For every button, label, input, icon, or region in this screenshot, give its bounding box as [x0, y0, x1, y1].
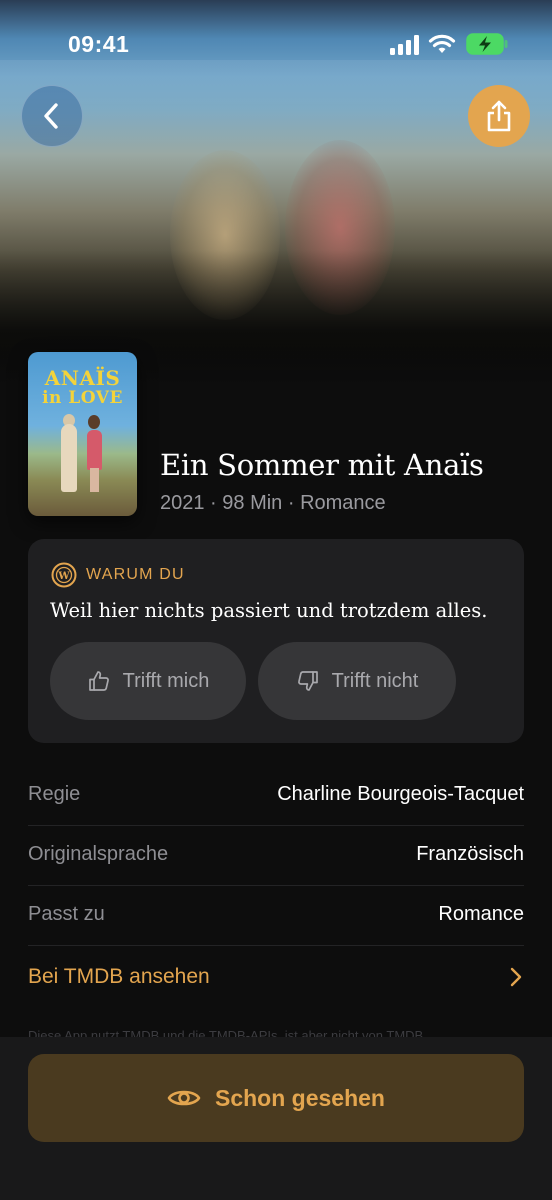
already-seen-button[interactable]: Schon gesehen [28, 1054, 524, 1142]
info-row-director: Regie Charline Bourgeois-Tacquet [28, 766, 524, 826]
eye-icon [167, 1090, 201, 1106]
status-time: 09:41 [68, 31, 130, 57]
chevron-right-icon [510, 967, 522, 987]
status-bar: 09:41 [0, 0, 552, 90]
info-value: Charline Bourgeois-Tacquet [277, 783, 524, 805]
not-fits-button[interactable]: Trifft nicht [258, 642, 456, 720]
why-label: WARUM DU [86, 566, 185, 583]
battery-charging-icon [466, 33, 508, 55]
back-button[interactable] [21, 85, 83, 147]
not-fits-label: Trifft nicht [331, 669, 419, 692]
share-button[interactable] [468, 85, 530, 147]
info-row-language: Originalsprache Französisch [28, 826, 524, 886]
already-seen-label: Schon gesehen [215, 1084, 385, 1111]
fits-me-label: Trifft mich [122, 669, 210, 692]
wifi-icon [428, 34, 456, 53]
info-row-fits: Passt zu Romance [28, 886, 524, 946]
why-text: Weil hier nichts passiert und trotzdem a… [50, 599, 488, 622]
poster-figure [90, 468, 99, 492]
svg-text:W: W [57, 571, 70, 582]
poster-figure [87, 430, 102, 470]
thumbs-up-icon [88, 671, 109, 691]
poster-title-line1: ANAÏS [44, 366, 121, 390]
tmdb-link[interactable]: Bei TMDB ansehen [28, 946, 524, 1006]
thumbs-down-icon [297, 671, 318, 691]
why-card: W WARUM DU Weil hier nichts passiert und… [28, 539, 524, 743]
poster-title: ANAÏS in LOVE [28, 368, 137, 408]
info-label: Originalsprache [28, 843, 169, 865]
movie-title: Ein Sommer mit Anaïs [160, 448, 484, 482]
chevron-left-icon [44, 103, 58, 129]
poster-title-line2: in LOVE [42, 388, 123, 408]
info-value: Romance [438, 903, 524, 925]
movie-meta: 2021 · 98 Min · Romance [160, 492, 386, 514]
share-icon [487, 100, 511, 132]
info-value: Französisch [416, 843, 524, 865]
fits-me-button[interactable]: Trifft mich [50, 642, 246, 720]
info-label: Regie [28, 783, 81, 805]
movie-poster: ANAÏS in LOVE [28, 352, 137, 516]
poster-figure [88, 415, 100, 429]
poster-figure [61, 424, 77, 492]
signal-icon [390, 35, 419, 55]
watch-logo-icon: W [51, 562, 77, 588]
info-label: Passt zu [28, 903, 105, 925]
tmdb-label: Bei TMDB ansehen [28, 965, 210, 988]
